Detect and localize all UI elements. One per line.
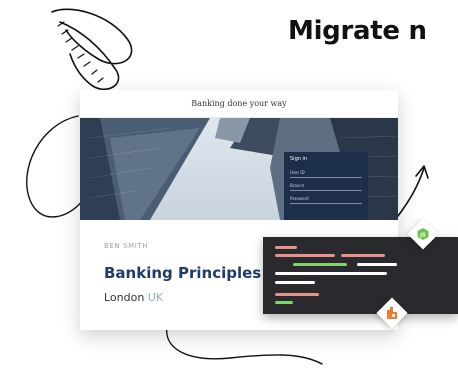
bundle-icon: [387, 307, 397, 319]
code-line: [293, 263, 347, 266]
scribble-doodle: [51, 8, 133, 90]
code-line: [341, 254, 385, 257]
bundle-icon-shape: [387, 307, 397, 319]
location-country: UK: [147, 291, 164, 304]
code-editor-panel: [263, 237, 458, 314]
page-headline: Migrate n: [288, 16, 427, 46]
password-field[interactable]: Password: [290, 194, 362, 204]
loop-doodle: [26, 115, 87, 218]
profile-title: Banking Principles: [104, 264, 262, 282]
code-line: [275, 293, 319, 296]
code-line: [275, 281, 315, 284]
profile-location: London UK: [104, 291, 261, 304]
branch-field[interactable]: Branch: [290, 181, 362, 191]
svg-text:JS: JS: [419, 233, 426, 239]
code-line: [275, 301, 293, 304]
code-line: [275, 246, 297, 249]
site-header: Banking done your way: [80, 90, 398, 118]
signin-title: Sign in: [290, 156, 308, 162]
arrow-doodle: [397, 165, 429, 217]
location-city: London: [104, 291, 145, 304]
code-line: [357, 263, 397, 266]
hero-image: Sign in User ID Branch Password: [80, 118, 398, 220]
code-line: [275, 254, 335, 257]
user-id-field[interactable]: User ID: [290, 168, 362, 178]
signin-panel: Sign in User ID Branch Password: [284, 152, 368, 220]
nodejs-icon: JS: [417, 228, 429, 240]
profile-name: BEN SMITH: [104, 242, 149, 250]
profile-block: BEN SMITH Banking Principles London UK: [104, 242, 261, 304]
code-line: [275, 272, 387, 275]
